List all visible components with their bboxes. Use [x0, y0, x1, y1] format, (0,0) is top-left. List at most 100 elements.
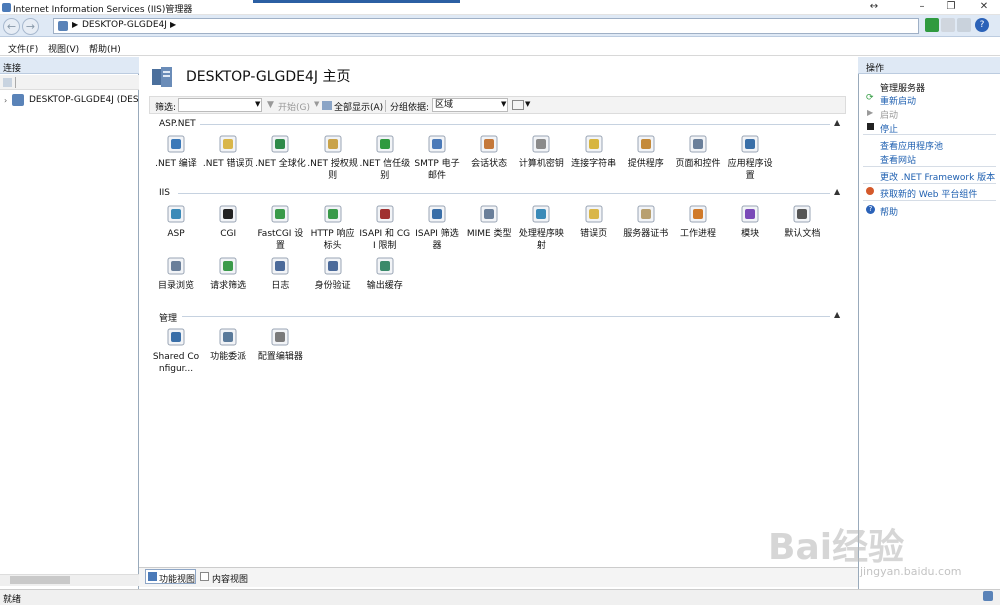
menu-help[interactable]: 帮助(H)	[89, 42, 121, 55]
feature-tile[interactable]: 页面和控件	[672, 133, 724, 170]
restore-button[interactable]: ❐	[937, 0, 965, 15]
tree-expand-icon[interactable]: ›	[4, 96, 7, 105]
feature-tile[interactable]: ISAPI 和 CGI 限制	[359, 203, 411, 252]
feature-tile-label: 默认文档	[784, 229, 821, 239]
connect-icon[interactable]	[3, 78, 12, 87]
feature-tile[interactable]: 配置编辑器	[254, 326, 306, 363]
forward-button[interactable]: →	[22, 18, 39, 35]
feature-tile[interactable]: .NET 全球化	[254, 133, 306, 170]
feature-tile[interactable]: SMTP 电子邮件	[411, 133, 463, 182]
collapse-aspnet-icon[interactable]: ▲	[834, 118, 840, 127]
back-button[interactable]: ←	[3, 18, 20, 35]
feature-tile[interactable]: 错误页	[568, 203, 620, 240]
feature-tile[interactable]: MIME 类型	[463, 203, 515, 240]
manage-server-heading: 管理服务器	[880, 84, 926, 94]
scrollbar-thumb[interactable]	[10, 576, 70, 584]
collapse-iis-icon[interactable]: ▲	[834, 187, 840, 196]
address-bar[interactable]	[53, 18, 919, 34]
feature-tile[interactable]: ASP	[150, 203, 202, 240]
actions-divider	[863, 200, 996, 201]
help-icon[interactable]: ?	[975, 18, 989, 32]
group-by-select[interactable]: 区域	[432, 98, 508, 112]
feature-tile[interactable]: CGI	[202, 203, 254, 240]
feature-tile-label: 请求筛选	[210, 281, 247, 291]
titlebar-accent	[253, 0, 460, 3]
feature-tile[interactable]: 输出缓存	[359, 255, 411, 292]
feature-tile[interactable]: 功能委派	[202, 326, 254, 363]
modules-icon	[739, 203, 761, 225]
view-dropdown-icon[interactable]: ▼	[525, 100, 530, 108]
feature-tile[interactable]: 服务器证书	[620, 203, 672, 240]
feature-tile-label: 页面和控件	[675, 159, 721, 169]
net-compile-icon	[165, 133, 187, 155]
feature-tile-label: 输出缓存	[366, 281, 403, 291]
action-view-app-pools[interactable]: 查看应用程序池	[880, 139, 943, 152]
feature-tile[interactable]: 提供程序	[620, 133, 672, 170]
cgi-icon	[217, 203, 239, 225]
stop-icon[interactable]	[941, 18, 955, 32]
feature-tile[interactable]: .NET 编译	[150, 133, 202, 170]
group-dropdown-icon[interactable]: ▼	[501, 100, 506, 108]
feature-tile[interactable]: 目录浏览	[150, 255, 202, 292]
feature-tile[interactable]: 处理程序映射	[515, 203, 567, 252]
section-divider	[178, 193, 830, 194]
action-restart[interactable]: 重新启动	[880, 94, 916, 107]
mime-icon	[478, 203, 500, 225]
feature-tile-label: 错误页	[580, 229, 608, 239]
resize-arrows-icon[interactable]: ↔	[860, 0, 888, 15]
app-settings-icon	[739, 133, 761, 155]
tree-server-node[interactable]: DESKTOP-GLGDE4J (DESKT	[29, 95, 139, 105]
action-start[interactable]: 启动	[880, 108, 898, 121]
tab-features-label[interactable]: 功能视图	[159, 572, 195, 585]
start-filter-button[interactable]: 开始(G)	[278, 100, 310, 113]
feature-tile[interactable]: .NET 授权规则	[307, 133, 359, 182]
filter-dropdown-icon[interactable]: ▼	[255, 100, 260, 108]
close-button[interactable]: ✕	[970, 0, 998, 15]
feature-tile[interactable]: HTTP 响应标头	[307, 203, 359, 252]
breadcrumb-chevron-icon[interactable]: ▶	[170, 20, 176, 29]
minimize-button[interactable]: –	[908, 0, 936, 15]
home-icon[interactable]	[957, 18, 971, 32]
show-all-button[interactable]: 全部显示(A)	[334, 100, 383, 113]
feature-tile[interactable]: 默认文档	[776, 203, 828, 240]
feature-tile[interactable]: Shared Configur...	[150, 326, 202, 375]
refresh-icon[interactable]	[925, 18, 939, 32]
feature-tile-label: CGI	[220, 229, 237, 239]
tab-content-view[interactable]: 内容视图	[212, 572, 248, 585]
feature-tile-label: Shared Configur...	[152, 352, 200, 374]
feature-tile-label: ISAPI 和 CGI 限制	[359, 229, 411, 251]
feature-tile[interactable]: .NET 错误页	[202, 133, 254, 170]
feature-tile[interactable]: 请求筛选	[202, 255, 254, 292]
breadcrumb-server[interactable]: DESKTOP-GLGDE4J	[82, 20, 167, 30]
action-change-framework[interactable]: 更改 .NET Framework 版本	[880, 170, 995, 183]
view-mode-icon[interactable]	[512, 100, 524, 110]
machine-key-icon	[530, 133, 552, 155]
feature-tile[interactable]: 连接字符串	[568, 133, 620, 170]
feature-tile[interactable]: 应用程序设置	[724, 133, 776, 182]
actions-divider	[863, 183, 996, 184]
action-help[interactable]: 帮助	[880, 205, 898, 218]
feature-tile[interactable]: FastCGI 设置	[254, 203, 306, 252]
action-get-platform-components[interactable]: 获取新的 Web 平台组件	[880, 187, 977, 200]
filter-input[interactable]	[178, 98, 262, 112]
error-page-icon	[217, 133, 239, 155]
feature-tile-label: 日志	[271, 281, 290, 291]
feature-tile[interactable]: 模块	[724, 203, 776, 240]
feature-tile[interactable]: 计算机密钥	[515, 133, 567, 170]
start-icon: ▶	[867, 108, 874, 117]
action-view-sites[interactable]: 查看网站	[880, 153, 916, 166]
globe-icon	[269, 133, 291, 155]
collapse-management-icon[interactable]: ▲	[834, 310, 840, 319]
feature-tile[interactable]: 日志	[254, 255, 306, 292]
feature-tile[interactable]: ISAPI 筛选器	[411, 203, 463, 252]
feature-tile[interactable]: 工作进程	[672, 203, 724, 240]
feature-tile[interactable]: 身份验证	[307, 255, 359, 292]
feature-tile[interactable]: .NET 信任级别	[359, 133, 411, 182]
menu-view[interactable]: 视图(V)	[48, 42, 79, 55]
certificate-icon	[635, 203, 657, 225]
breadcrumb-chevron-icon[interactable]: ▶	[72, 20, 78, 29]
fastcgi-icon	[269, 203, 291, 225]
menu-file[interactable]: 文件(F)	[8, 42, 38, 55]
feature-tile[interactable]: 会话状态	[463, 133, 515, 170]
start-dropdown-icon[interactable]: ▼	[314, 100, 319, 108]
